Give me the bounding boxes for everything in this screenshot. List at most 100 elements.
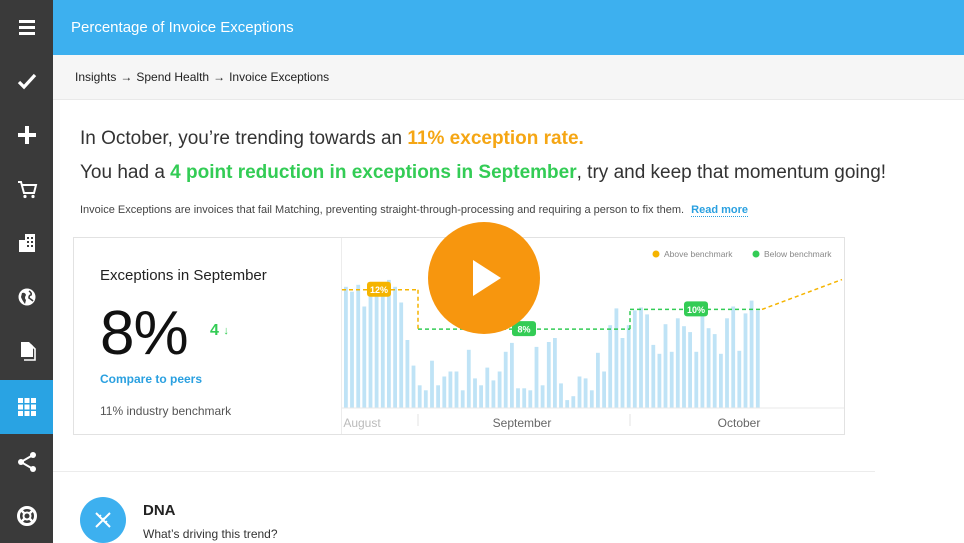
chart-bar xyxy=(485,367,490,408)
chart-bar xyxy=(626,325,631,408)
cart-icon xyxy=(17,181,37,199)
headline-text: You had a xyxy=(80,162,171,183)
chart-bar xyxy=(380,285,385,408)
chart-bar xyxy=(387,279,391,408)
chart-bar xyxy=(423,390,428,408)
chart-bar xyxy=(565,400,570,408)
chart-bar xyxy=(436,385,440,408)
summary-panel: Exceptions in September 8% 4 ↓ Compare t… xyxy=(74,238,342,434)
chart-bar xyxy=(682,326,686,408)
description-text: Invoice Exceptions are invoices that fai… xyxy=(80,204,685,216)
chart-bar xyxy=(755,310,760,408)
industry-benchmark: 11% industry benchmark xyxy=(100,404,232,418)
legend-label: Below benchmark xyxy=(764,249,832,259)
chart-bar xyxy=(596,352,600,408)
sidebar-item-help[interactable] xyxy=(0,489,53,543)
summary-delta: 4 ↓ xyxy=(210,322,229,340)
sidebar-item-network[interactable] xyxy=(0,435,53,489)
chart-bar xyxy=(516,388,520,408)
headline-reduction: You had a 4 point reduction in exception… xyxy=(80,162,886,184)
sidebar-item-menu[interactable] xyxy=(0,0,53,54)
chart-bar xyxy=(460,390,465,408)
summary-title: Exceptions in September xyxy=(100,267,267,284)
headline-trend: In October, you’re trending towards an 1… xyxy=(80,128,584,150)
chart-bar xyxy=(405,340,410,408)
breadcrumb-item-spend-health[interactable]: Spend Health xyxy=(136,70,209,84)
sidebar xyxy=(0,0,53,543)
lifebuoy-icon xyxy=(16,506,37,526)
documents-icon xyxy=(20,342,36,361)
legend-label: Above benchmark xyxy=(664,249,733,259)
compare-to-peers-link[interactable]: Compare to peers xyxy=(100,372,202,386)
chart-bar xyxy=(559,383,563,408)
sidebar-item-global[interactable] xyxy=(0,270,53,324)
chart-bar xyxy=(614,308,619,408)
breadcrumb-item-invoice-exceptions: Invoice Exceptions xyxy=(229,70,330,84)
chart-bar xyxy=(546,342,551,408)
chart-bar xyxy=(350,291,354,408)
headline-exception-rate: 11% exception rate. xyxy=(407,128,584,149)
chart-bar xyxy=(688,332,692,408)
down-arrow-icon: ↓ xyxy=(223,324,229,337)
breadcrumb-separator: → xyxy=(120,70,133,84)
section-divider xyxy=(53,471,875,472)
chart-bar xyxy=(725,318,729,408)
chart-bar xyxy=(743,313,748,408)
read-more-link[interactable]: Read more xyxy=(691,204,749,217)
page-title: Percentage of Invoice Exceptions xyxy=(71,19,294,36)
sidebar-item-documents[interactable] xyxy=(0,324,53,378)
chart-bar xyxy=(491,380,496,408)
dna-icon xyxy=(80,497,126,543)
chart-bar xyxy=(632,310,637,408)
sidebar-item-create[interactable] xyxy=(0,108,53,162)
chart-bar xyxy=(497,371,502,408)
chart-bar xyxy=(442,376,447,408)
chart-bar xyxy=(534,346,539,408)
delta-value: 4 xyxy=(210,322,219,339)
chart-bar xyxy=(454,371,459,408)
grid-icon xyxy=(17,398,36,416)
chart-bar xyxy=(645,314,649,408)
sidebar-item-insights[interactable] xyxy=(0,380,53,434)
description: Invoice Exceptions are invoices that fai… xyxy=(80,204,749,217)
breadcrumb-item-insights[interactable]: Insights xyxy=(75,70,116,84)
chart-bar xyxy=(663,324,668,408)
legend-dot xyxy=(652,250,660,258)
play-icon xyxy=(473,260,501,296)
chart-bar xyxy=(657,353,662,408)
chart-bar xyxy=(430,360,434,408)
chart-bar xyxy=(620,338,625,408)
chart-bar xyxy=(577,376,582,408)
hamburger-icon xyxy=(18,20,35,35)
summary-value: 8% xyxy=(100,299,189,368)
chart-bar xyxy=(368,289,373,408)
sidebar-item-tasks[interactable] xyxy=(0,54,53,108)
chart-bar xyxy=(553,338,557,408)
breadcrumb: Insights → Spend Health → Invoice Except… xyxy=(53,55,964,100)
chart-bar xyxy=(399,302,404,408)
chart-bar xyxy=(466,349,471,408)
sidebar-item-suppliers[interactable] xyxy=(0,216,53,270)
chart-bar xyxy=(669,351,674,408)
chart-bar xyxy=(448,371,453,408)
chart-bar xyxy=(694,351,699,408)
plus-icon xyxy=(17,126,36,144)
chart-bar xyxy=(362,306,367,408)
check-icon xyxy=(17,73,36,90)
x-tick-label: August xyxy=(343,416,381,430)
chart-bar xyxy=(639,307,643,408)
play-button[interactable] xyxy=(428,222,540,334)
page-header: Percentage of Invoice Exceptions xyxy=(53,0,964,55)
x-tick-label: September xyxy=(493,416,552,430)
chart-bar xyxy=(479,385,483,408)
chart-bar xyxy=(675,318,680,408)
chart-bar xyxy=(510,342,514,408)
chart-bar xyxy=(700,313,705,408)
sidebar-item-purchasing[interactable] xyxy=(0,162,53,216)
headline-text: , try and keep that momentum going! xyxy=(576,162,887,183)
chart-bar xyxy=(706,328,711,408)
average-badge-label: 8% xyxy=(517,325,530,335)
chart-bar xyxy=(344,286,348,408)
building-icon xyxy=(18,234,35,252)
headline-text: In October, you’re trending towards an xyxy=(80,128,408,149)
